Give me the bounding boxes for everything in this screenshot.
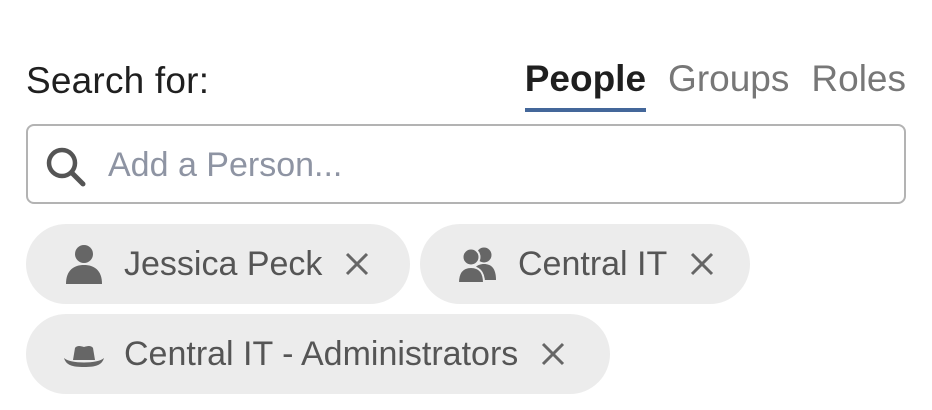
search-box[interactable]: [26, 124, 906, 204]
search-header: Search for: People Groups Roles: [26, 52, 906, 114]
chip-person: Jessica Peck: [26, 224, 410, 304]
tab-groups[interactable]: Groups: [668, 52, 789, 108]
remove-chip-icon[interactable]: [344, 251, 370, 277]
search-for-label: Search for:: [26, 60, 210, 101]
search-icon: [46, 147, 86, 187]
chip-group: Central IT: [420, 224, 750, 304]
chip-label: Jessica Peck: [124, 244, 323, 283]
tab-people[interactable]: People: [524, 52, 647, 112]
tab-roles[interactable]: Roles: [811, 52, 906, 108]
search-panel: Search for: People Groups Roles Jessica …: [0, 0, 932, 410]
group-icon: [456, 247, 496, 284]
search-input[interactable]: [106, 136, 890, 194]
remove-chip-icon[interactable]: [540, 341, 566, 367]
search-type-tabs: People Groups Roles: [524, 52, 906, 112]
chip-label: Central IT - Administrators: [124, 334, 519, 373]
chip-role: Central IT - Administrators: [26, 314, 610, 394]
remove-chip-icon[interactable]: [689, 251, 715, 277]
role-hat-icon: [64, 346, 104, 367]
chip-label: Central IT: [518, 244, 668, 283]
person-icon: [66, 245, 102, 284]
